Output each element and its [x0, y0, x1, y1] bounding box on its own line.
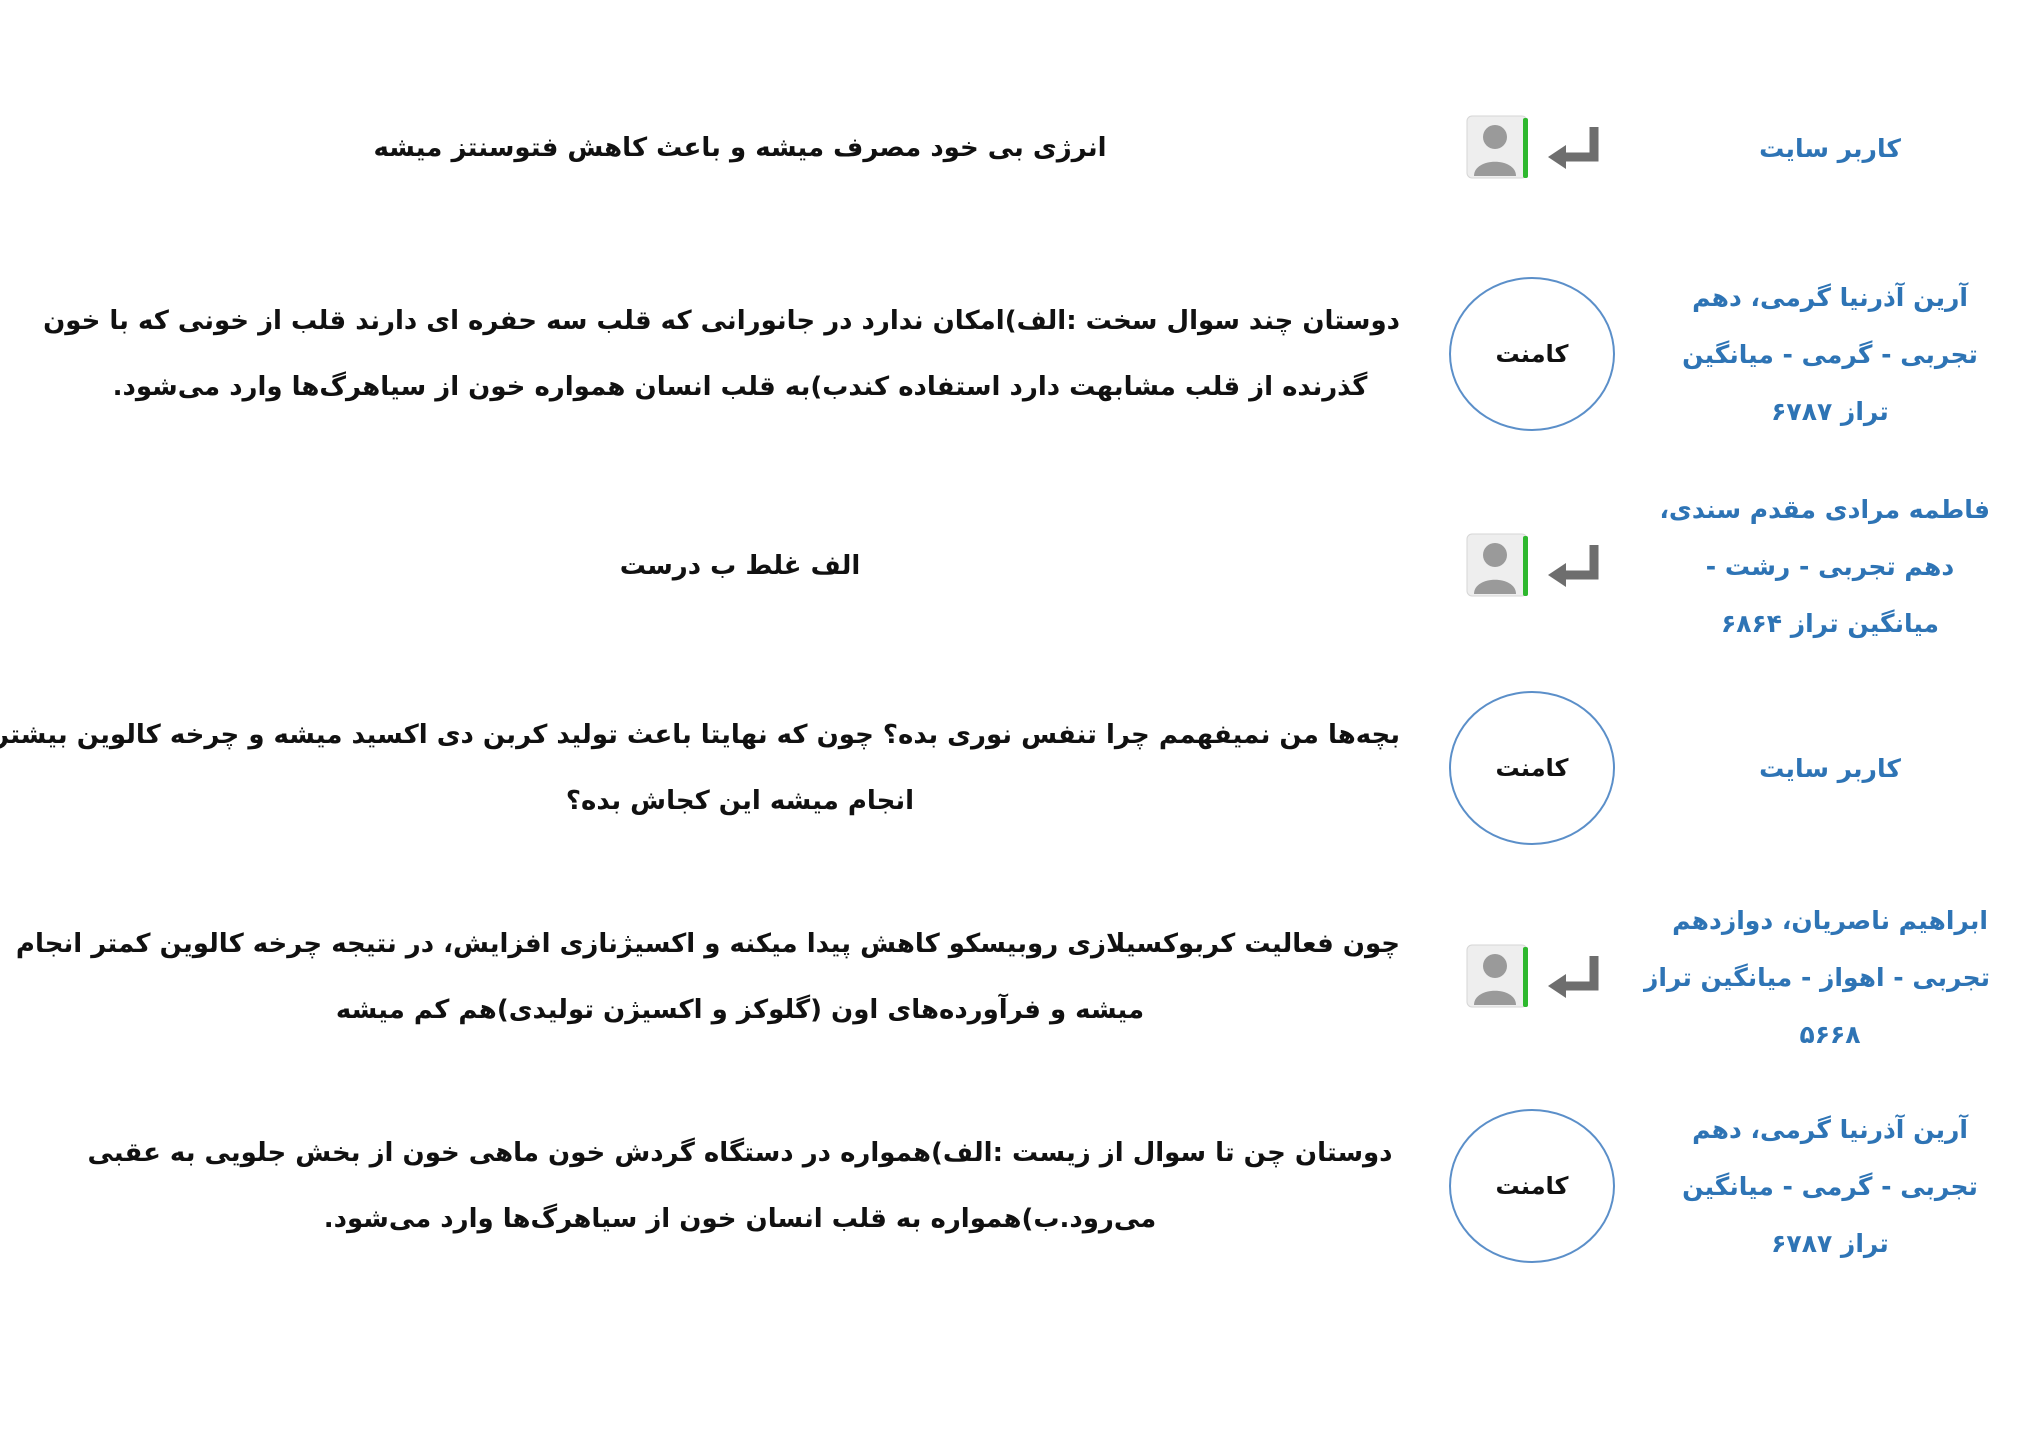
comment-text-line: انجام میشه این کجاش بده؟	[565, 786, 915, 816]
reply-indicator	[1466, 113, 1606, 183]
user-avatar-icon[interactable]	[1466, 533, 1528, 597]
reply-arrow-icon	[1548, 127, 1599, 169]
comment-badge: کامنت	[1449, 691, 1615, 845]
author-name-line: ۵۶۶۸	[1799, 1019, 1861, 1049]
comment-text: چون فعالیت کربوکسیلازی روبیسکو کاهش پیدا…	[15, 911, 1400, 1043]
comment-badge-label: کامنت	[1495, 340, 1569, 368]
author-name[interactable]: کاربر سایت	[1670, 120, 1990, 177]
author-name-line: فاطمه مرادی مقدم سندی،	[1659, 494, 1990, 524]
comment-text-line: می‌رود.ب)همواره به قلب انسان خون از سیاه…	[323, 1204, 1157, 1234]
author-name-line: کاربر سایت	[1759, 133, 1901, 163]
reply-arrow-icon	[1548, 956, 1599, 998]
comment-badge: کامنت	[1449, 1109, 1615, 1263]
comment-text-line: انرژی بی خود مصرف میشه و باعث کاهش فتوسن…	[373, 133, 1107, 163]
comment-text: الف غلط ب درست	[80, 533, 1400, 599]
comment-text-line: الف غلط ب درست	[619, 551, 861, 581]
reply-indicator	[1466, 942, 1606, 1012]
comment-badge: کامنت	[1449, 277, 1615, 431]
comment-badge-label: کامنت	[1495, 754, 1569, 782]
author-name-line: تراز ۶۷۸۷	[1771, 396, 1889, 426]
author-name-line: میانگین تراز ۶۸۶۴	[1720, 608, 1940, 638]
author-name-line: ابراهیم ناصریان، دوازدهم	[1672, 905, 1988, 935]
author-name-line: آرین آذرنیا گرمی، دهم	[1692, 282, 1968, 312]
comment-text-line: گذرنده از قلب مشابهت دارد استفاده کندب)ب…	[112, 372, 1368, 402]
author-name[interactable]: ابراهیم ناصریان، دوازدهم تجربی - اهواز - …	[1643, 892, 1990, 1063]
author-name[interactable]: فاطمه مرادی مقدم سندی، دهم تجربی - رشت - م…	[1659, 481, 1990, 652]
comment-text: انرژی بی خود مصرف میشه و باعث کاهش فتوسن…	[80, 115, 1400, 181]
author-name-line: تجربی - گرمی - میانگین	[1682, 339, 1978, 369]
reply-arrow-icon	[1548, 545, 1599, 587]
user-avatar-icon[interactable]	[1466, 944, 1528, 1008]
comment-text-line: دوستان چن تا سوال از زیست :الف)همواره در…	[87, 1138, 1393, 1168]
author-name-line: تجربی - اهواز - میانگین تراز	[1643, 962, 1990, 992]
comment-text: بچه‌ها من نمیفهمم چرا تنفس نوری بده؟ چون…	[0, 702, 1400, 834]
comment-text-line: چون فعالیت کربوکسیلازی روبیسکو کاهش پیدا…	[15, 929, 1400, 959]
author-name[interactable]: کاربر سایت	[1670, 740, 1990, 797]
author-name-line: تراز ۶۷۸۷	[1771, 1228, 1889, 1258]
comment-text-line: میشه و فرآورده‌های اون (گلوکز و اکسیژن ت…	[335, 995, 1145, 1025]
reply-indicator	[1466, 531, 1606, 601]
comment-badge-label: کامنت	[1495, 1172, 1569, 1200]
comment-text-line: بچه‌ها من نمیفهمم چرا تنفس نوری بده؟ چون…	[0, 720, 1400, 750]
comment-text: دوستان چن تا سوال از زیست :الف)همواره در…	[80, 1120, 1400, 1252]
author-name-line: آرین آذرنیا گرمی، دهم	[1692, 1114, 1968, 1144]
user-avatar-icon[interactable]	[1466, 115, 1528, 179]
author-name[interactable]: آرین آذرنیا گرمی، دهم تجربی - گرمی - میان…	[1670, 1101, 1990, 1272]
author-name-line: کاربر سایت	[1759, 753, 1901, 783]
author-name-line: تجربی - گرمی - میانگین	[1682, 1171, 1978, 1201]
author-name-line: دهم تجربی - رشت -	[1705, 551, 1955, 581]
comment-text: دوستان چند سوال سخت :الف)امکان ندارد در …	[43, 288, 1400, 420]
author-name[interactable]: آرین آذرنیا گرمی، دهم تجربی - گرمی - میان…	[1670, 269, 1990, 440]
comment-text-line: دوستان چند سوال سخت :الف)امکان ندارد در …	[43, 306, 1400, 336]
